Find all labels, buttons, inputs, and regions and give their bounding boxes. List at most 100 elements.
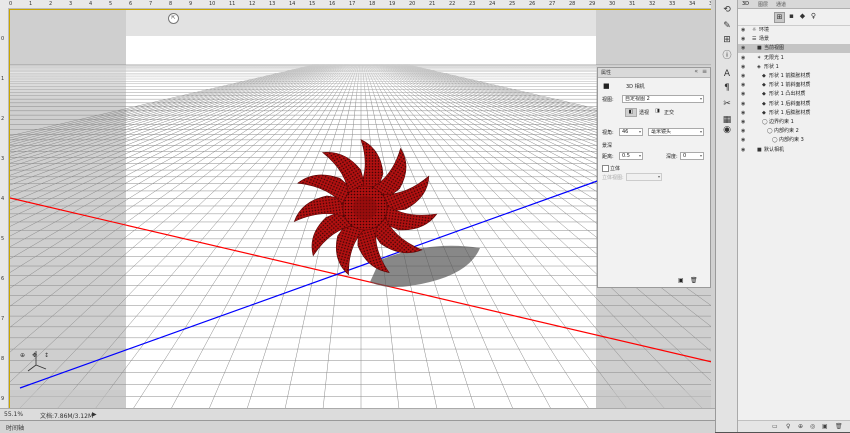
properties-panel[interactable]: 属性 « ≡ ■ 3D 相机 视图: 自定视图 2 ▾ ◧ 透视 ◨ 正交 视角:…	[597, 67, 711, 288]
collapse-icon[interactable]: «	[694, 68, 698, 75]
visibility-eye-icon[interactable]: ◉	[741, 54, 745, 63]
ruler-tick-label: 20	[409, 1, 416, 7]
ruler-tick-label: 28	[569, 1, 576, 7]
visibility-eye-icon[interactable]: ◉	[741, 81, 745, 90]
view-select[interactable]: 自定视图 2 ▾	[622, 95, 704, 103]
visibility-eye-icon[interactable]: ◉	[741, 90, 745, 99]
visibility-eye-icon[interactable]: ◉	[741, 109, 745, 118]
tab-layers[interactable]: 图层	[758, 1, 768, 8]
visibility-eye-icon[interactable]: ◉	[741, 146, 745, 155]
lights-icon[interactable]: ♀	[809, 12, 818, 21]
ruler-tick-label: 16	[329, 1, 336, 7]
camera-icon: ■	[757, 146, 762, 153]
scene-tree-label: 形状 1 前膨胀材质	[769, 73, 811, 79]
scene-tree-label: 默认相机	[764, 146, 785, 153]
meshes-icon[interactable]: ▪	[787, 12, 796, 21]
info-icon[interactable]: ⓘ	[721, 50, 733, 62]
stereo-checkbox[interactable]	[602, 165, 609, 172]
doc-info-arrow-icon[interactable]: ▶	[92, 411, 97, 418]
whole-scene-icon[interactable]: ⊞	[774, 12, 785, 23]
ruler-tick-label: 7	[149, 1, 153, 7]
properties-title: 属性	[601, 70, 612, 76]
scene-tree-item[interactable]: ◉ ◯ 内部约束 2	[738, 127, 850, 136]
scene-tree-item[interactable]: ◉ ■ 当前视图	[738, 44, 850, 53]
tab-3d[interactable]: 3D	[742, 1, 749, 7]
ruler-tick-label: 5	[1, 236, 5, 242]
fov-label: 视角:	[602, 130, 614, 136]
canvas-resize-handle[interactable]: ⇱	[168, 13, 179, 24]
svg-text:⊕: ⊕	[20, 352, 25, 359]
ruler-tick-label: 3	[1, 156, 5, 162]
3d-filter-toolbar: ⊞ ▪ ◆ ♀	[738, 9, 850, 26]
visibility-eye-icon[interactable]: ◉	[741, 35, 745, 44]
3d-panel[interactable]: 3D 图层 通道 ⊞ ▪ ◆ ♀ ◉ ☼ 环境 ◉ ☰ 场景 ◉ ■ 当前视图 ◉ ✶ 无限光 1 ◉ ◈…	[737, 0, 850, 432]
visibility-eye-icon[interactable]: ◉	[741, 63, 745, 72]
scene-icon: ☰	[752, 36, 757, 43]
constraint-icon: ◯	[762, 119, 768, 125]
scene-tree-item[interactable]: ◉ ◆ 形状 1 前膨胀材质	[738, 72, 850, 81]
fov-input[interactable]: 46 ▾	[619, 128, 643, 136]
scene-tree-item[interactable]: ◉ ☼ 环境	[738, 26, 850, 35]
visibility-eye-icon[interactable]: ◉	[741, 100, 745, 109]
camera-icon: ■	[603, 82, 610, 90]
character-icon[interactable]: A	[721, 68, 733, 80]
panel-menu-icon[interactable]: ≡	[702, 68, 707, 75]
ruler-tick-label: 2	[49, 1, 53, 7]
scene-tree-item[interactable]: ◉ ◆ 形状 1 凸出材质	[738, 90, 850, 99]
tab-channels[interactable]: 通道	[776, 1, 786, 8]
scene-tree-label: 边界约束 1	[769, 119, 794, 125]
brush-icon[interactable]: ✎	[721, 20, 733, 32]
distance-input[interactable]: 0.5 ▾	[619, 152, 643, 160]
env-icon: ☼	[752, 27, 757, 33]
visibility-eye-icon[interactable]: ◉	[741, 44, 745, 53]
view-icon[interactable]: ◎	[810, 423, 815, 430]
ruler-tick-label: 18	[369, 1, 376, 7]
ortho-icon[interactable]: ◨	[655, 108, 660, 114]
tools-icon[interactable]: ✂	[721, 98, 733, 110]
adjust-icon[interactable]: ⊞	[721, 34, 733, 46]
properties-header[interactable]: 属性 « ≡	[598, 68, 710, 78]
visibility-eye-icon[interactable]: ◉	[741, 127, 745, 136]
3d-panel-icon[interactable]: ◉	[721, 124, 733, 136]
history-icon[interactable]: ⟲	[721, 4, 733, 16]
ruler-tick-label: 4	[89, 1, 93, 7]
timeline-panel[interactable]: 时间轴	[0, 420, 715, 433]
visibility-eye-icon[interactable]: ◉	[741, 26, 745, 35]
trash-icon[interactable]: 🗑	[690, 277, 698, 284]
scene-tree-item[interactable]: ◉ ✶ 无限光 1	[738, 54, 850, 63]
distance-label: 距离:	[602, 154, 614, 160]
scene-tree-item[interactable]: ◉ ◈ 形状 1	[738, 63, 850, 72]
chevron-down-icon: ▾	[638, 129, 641, 134]
depth-input[interactable]: 0 ▾	[680, 152, 704, 160]
scene-tree-item[interactable]: ◉ ◆ 形状 1 前斜面材质	[738, 81, 850, 90]
visibility-eye-icon[interactable]: ◉	[741, 72, 745, 81]
visibility-eye-icon[interactable]: ◉	[741, 136, 745, 145]
materials-icon[interactable]: ◆	[798, 12, 807, 21]
stereo-view-select[interactable]: ▾	[626, 173, 662, 181]
render-icon[interactable]: ▭	[772, 423, 778, 430]
perspective-button[interactable]: 透视	[639, 109, 649, 116]
orthographic-button[interactable]: 正交	[664, 109, 674, 116]
ruler-tick-label: 25	[509, 1, 516, 7]
lens-select[interactable]: 毫米镜头 ▾	[648, 128, 704, 136]
new-icon[interactable]: ▣	[822, 423, 828, 430]
ground-icon[interactable]: ⊕	[798, 423, 803, 430]
paragraph-icon[interactable]: ¶	[721, 82, 733, 94]
save-preset-icon[interactable]: ▣	[678, 277, 684, 284]
scene-tree-item[interactable]: ◉ ◯ 内部约束 3	[738, 136, 850, 145]
perspective-icon[interactable]: ◧	[625, 108, 637, 117]
left-ruler[interactable]: 0 1 2 3 4 5 6 7 8 9	[0, 8, 9, 408]
scene-tree-item[interactable]: ◉ ◆ 形状 1 后斜面材质	[738, 100, 850, 109]
visibility-eye-icon[interactable]: ◉	[741, 118, 745, 127]
scene-tree-label: 形状 1 前斜面材质	[769, 82, 811, 89]
light-add-icon[interactable]: ♀	[786, 423, 790, 430]
zoom-level[interactable]: 55.1%	[4, 411, 23, 418]
top-ruler[interactable]: 0 1 2 3 4 5 6 7 8 9 10 11 12 13 14 15 16 17 18 19 20 21 22 23 24…	[0, 0, 711, 9]
scene-tree-item[interactable]: ◉ ◆ 形状 1 后膨胀材质	[738, 109, 850, 118]
delete-icon[interactable]: 🗑	[835, 423, 843, 430]
panel-icon-strip: ⟲ ✎ ⊞ ⓘ A ¶ ✂ ▦ ◉	[715, 0, 738, 432]
scene-tree-item[interactable]: ◉ ☰ 场景	[738, 35, 850, 44]
scene-tree-item[interactable]: ◉ ■ 默认相机	[738, 146, 850, 155]
scene-tree-item[interactable]: ◉ ◯ 边界约束 1	[738, 118, 850, 127]
ruler-tick-label: 9	[1, 396, 5, 402]
